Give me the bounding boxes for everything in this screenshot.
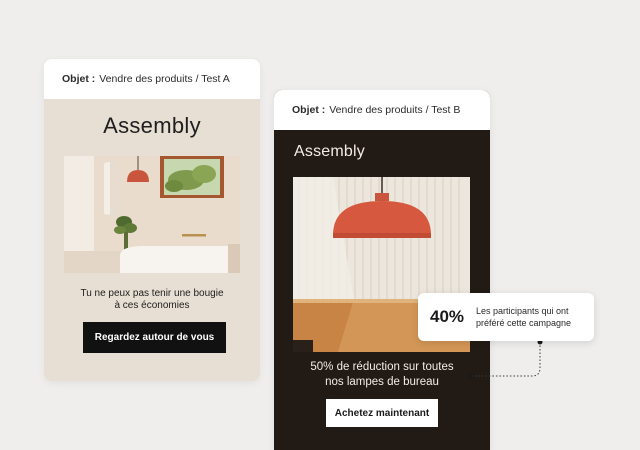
stat-label-line-1: Les participants qui ont bbox=[476, 306, 569, 316]
subject-text-b: Vendre des produits / Test B bbox=[329, 104, 461, 116]
subject-text-a: Vendre des produits / Test A bbox=[99, 73, 230, 85]
shop-now-button[interactable]: Achetez maintenant bbox=[326, 399, 438, 427]
subject-label-a: Objet : bbox=[62, 73, 96, 85]
subject-line-b: Objet : Vendre des produits / Test B bbox=[274, 90, 490, 130]
subject-line-a: Objet : Vendre des produits / Test A bbox=[44, 59, 260, 99]
subject-label-b: Objet : bbox=[292, 104, 326, 116]
stat-label-line-2: préféré cette campagne bbox=[476, 318, 572, 328]
body-copy-b: 50% de réduction sur toutes nos lampes d… bbox=[274, 360, 490, 390]
brand-logo-a: Assembly bbox=[103, 113, 201, 138]
email-preview-test-b: Objet : Vendre des produits / Test B Ass… bbox=[274, 90, 490, 450]
email-preview-test-a: Objet : Vendre des produits / Test A Ass… bbox=[44, 59, 260, 381]
body-line-1-b: 50% de réduction sur toutes bbox=[310, 361, 454, 373]
brand-logo-b: Assembly bbox=[294, 143, 365, 160]
body-line-2-a: à ces économies bbox=[114, 300, 190, 311]
body-line-2-b: nos lampes de bureau bbox=[325, 376, 439, 388]
body-copy-a: Tu ne peux pas tenir une bougie à ces éc… bbox=[44, 288, 260, 312]
stat-percentage: 40% bbox=[430, 307, 465, 326]
bathroom-photo bbox=[64, 156, 240, 273]
look-around-button[interactable]: Regardez autour de vous bbox=[83, 322, 226, 353]
preference-stat-callout: 40% Les participants qui ont préféré cet… bbox=[418, 293, 594, 341]
stat-description: Les participants qui ont préféré cette c… bbox=[476, 305, 571, 329]
body-line-1-a: Tu ne peux pas tenir une bougie bbox=[80, 288, 224, 299]
